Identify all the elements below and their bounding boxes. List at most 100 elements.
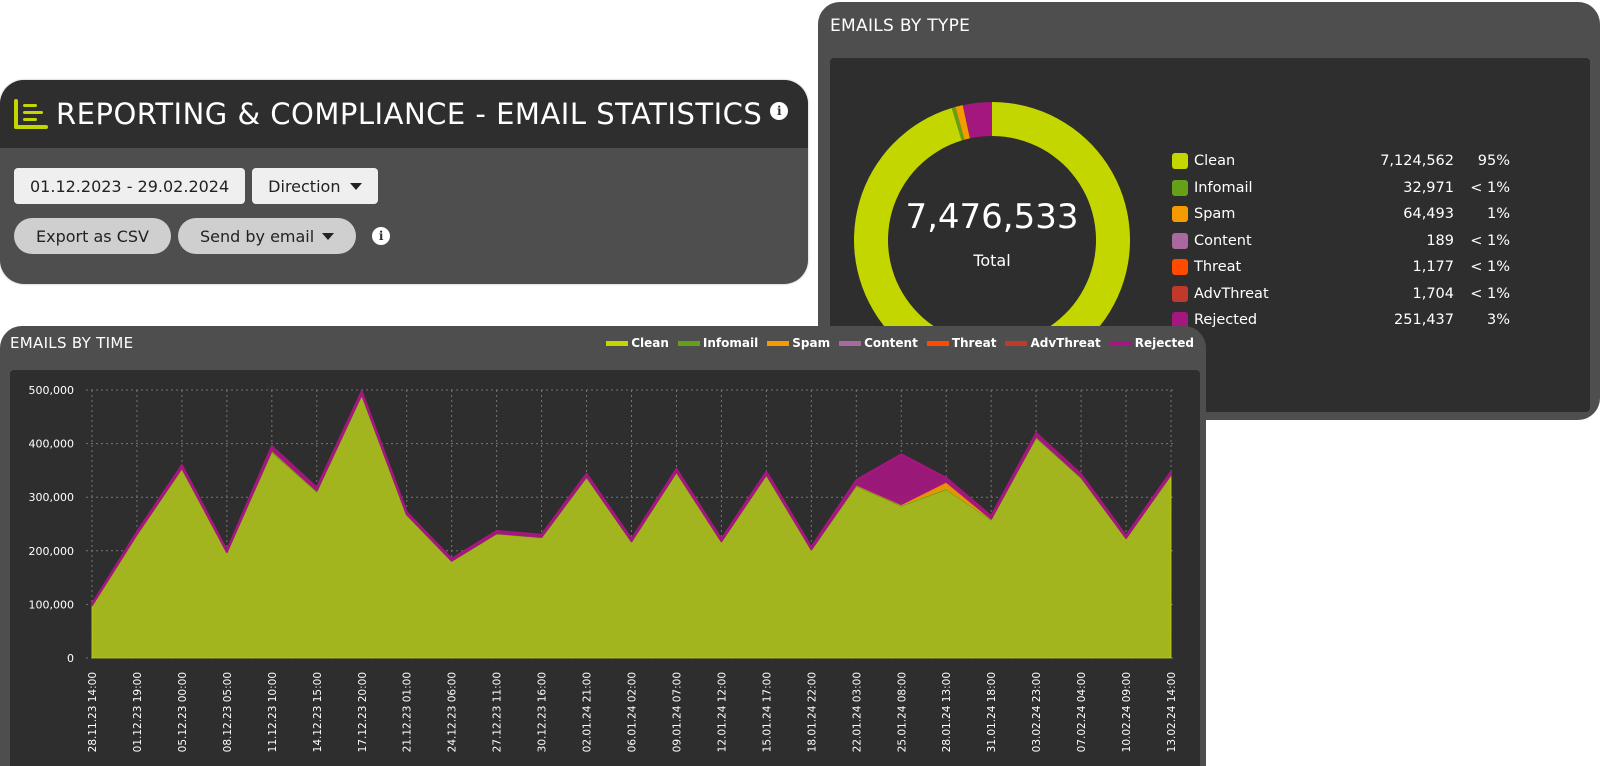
x-tick-label: 12.01.24 12:00: [716, 672, 728, 752]
legend-percent: 1%: [1486, 206, 1510, 223]
legend-count: 7,124,562: [1380, 153, 1454, 170]
send-by-email-button[interactable]: Send by email: [177, 218, 357, 254]
x-tick-label: 27.12.23 11:00: [492, 672, 504, 752]
legend-label: Infomail: [1194, 179, 1253, 196]
legend-percent: 3%: [1486, 312, 1510, 329]
legend-count: 251,437: [1394, 312, 1454, 329]
legend-swatch: [606, 340, 629, 346]
x-tick-label: 07.02.24 04:00: [1076, 672, 1088, 752]
legend-label: AdvThreat: [1194, 285, 1269, 302]
y-tick-label: 100,000: [29, 598, 75, 611]
legend-item-infomail[interactable]: Infomail: [677, 336, 759, 350]
legend-swatch: [1172, 153, 1188, 170]
legend-swatch: [1172, 285, 1188, 302]
x-tick-label: 13.02.24 14:00: [1166, 672, 1178, 752]
x-tick-label: 02.01.24 21:00: [582, 672, 594, 752]
donut-total-label: Total: [973, 250, 1011, 270]
legend-item-threat[interactable]: Threat: [926, 336, 996, 350]
y-tick-label: 0: [67, 652, 74, 665]
x-tick-label: 30.12.23 16:00: [537, 672, 549, 752]
export-csv-button[interactable]: Export as CSV: [14, 218, 171, 254]
x-tick-label: 05.12.23 00:00: [177, 672, 189, 752]
legend-percent: 95%: [1477, 153, 1510, 170]
legend-count: 32,971: [1403, 179, 1454, 196]
reporting-header-panel: REPORTING & COMPLIANCE - EMAIL STATISTIC…: [0, 80, 808, 284]
legend-label: Threat: [1194, 259, 1242, 276]
info-icon[interactable]: i: [372, 227, 391, 245]
x-tick-label: 08.12.23 05:00: [222, 672, 234, 752]
x-tick-label: 09.01.24 07:00: [671, 672, 683, 752]
legend-percent: < 1%: [1470, 285, 1510, 302]
x-tick-label: 06.01.24 02:00: [627, 672, 639, 752]
x-tick-label: 22.01.24 03:00: [851, 672, 863, 752]
legend-swatch: [767, 340, 790, 346]
type-legend: Clean 7,124,562 95% Infomail 32,971 < 1% Spam 6…: [1172, 148, 1512, 334]
legend-item-spam[interactable]: Spam: [767, 336, 830, 350]
x-tick-label: 01.12.23 19:00: [132, 672, 144, 752]
page-title: REPORTING & COMPLIANCE - EMAIL STATISTIC…: [56, 97, 763, 131]
x-tick-label: 21.12.23 01:00: [402, 672, 414, 752]
x-tick-label: 25.01.24 08:00: [896, 672, 908, 752]
y-tick-label: 200,000: [29, 545, 75, 558]
x-tick-label: 11.12.23 10:00: [267, 672, 279, 752]
legend-label: Spam: [1194, 206, 1236, 223]
legend-swatch: [1172, 259, 1188, 276]
x-tick-label: 28.11.23 14:00: [87, 672, 99, 752]
x-tick-label: 17.12.23 20:00: [357, 672, 369, 752]
legend-count: 1,177: [1412, 259, 1454, 276]
date-range-picker[interactable]: 01.12.2023 - 29.02.2024: [14, 168, 246, 204]
y-tick-label: 500,000: [29, 384, 75, 397]
legend-row-advthreat[interactable]: AdvThreat 1,704 < 1%: [1172, 281, 1512, 308]
x-tick-label: 18.01.24 22:00: [806, 672, 818, 752]
legend-row-rejected[interactable]: Rejected 251,437 3%: [1172, 307, 1512, 334]
legend-swatch: [1172, 179, 1188, 196]
legend-swatch: [1172, 232, 1188, 249]
time-legend: Clean Infomail Spam Content Threat AdvThreat R…: [606, 336, 1194, 350]
legend-item-clean[interactable]: Clean: [606, 336, 669, 350]
emails-by-time-body: 0 100,000 200,000 300,000 400,000 500,000 28.1…: [10, 370, 1200, 766]
panel-title: EMAILS BY TIME: [10, 334, 134, 352]
legend-row-content[interactable]: Content 189 < 1%: [1172, 228, 1512, 255]
caret-down-icon: [322, 232, 335, 240]
legend-item-rejected[interactable]: Rejected: [1109, 336, 1194, 350]
legend-swatch: [839, 340, 862, 346]
caret-down-icon: [350, 182, 363, 190]
legend-percent: < 1%: [1470, 232, 1510, 249]
x-tick-label: 03.02.24 23:00: [1031, 672, 1043, 752]
area-chart: 0 100,000 200,000 300,000 400,000 500,000 28.1…: [29, 384, 1179, 752]
legend-label: Content: [1194, 232, 1252, 249]
donut-total-value: 7,476,533: [905, 196, 1079, 237]
legend-swatch: [1109, 340, 1132, 346]
legend-label: Spam: [792, 336, 831, 350]
reporting-logo-icon: [14, 99, 48, 129]
panel-title: EMAILS BY TYPE: [830, 16, 971, 36]
direction-dropdown[interactable]: Direction: [252, 168, 379, 204]
emails-by-time-panel: EMAILS BY TIME Clean Infomail Spam Content T…: [0, 326, 1206, 766]
legend-label: Clean: [631, 336, 669, 350]
legend-swatch: [1172, 206, 1188, 223]
x-tick-label: 10.02.24 09:00: [1121, 672, 1133, 752]
legend-row-clean[interactable]: Clean 7,124,562 95%: [1172, 148, 1512, 175]
info-icon[interactable]: i: [770, 102, 789, 120]
legend-swatch: [926, 340, 949, 346]
legend-label: Content: [864, 336, 918, 350]
legend-label: Infomail: [702, 336, 759, 350]
legend-count: 64,493: [1403, 206, 1454, 223]
legend-percent: < 1%: [1470, 259, 1510, 276]
legend-label: AdvThreat: [1030, 336, 1101, 350]
x-tick-label: 28.01.24 13:00: [941, 672, 953, 752]
x-tick-label: 31.01.24 18:00: [986, 672, 998, 752]
legend-count: 189: [1426, 232, 1454, 249]
legend-item-advthreat[interactable]: AdvThreat: [1005, 336, 1101, 350]
legend-item-content[interactable]: Content: [839, 336, 918, 350]
legend-label: Clean: [1194, 153, 1236, 170]
legend-row-threat[interactable]: Threat 1,177 < 1%: [1172, 254, 1512, 281]
legend-count: 1,704: [1412, 285, 1454, 302]
legend-swatch: [1005, 340, 1028, 346]
export-csv-label: Export as CSV: [36, 226, 149, 246]
legend-row-infomail[interactable]: Infomail 32,971 < 1%: [1172, 175, 1512, 202]
legend-percent: < 1%: [1470, 179, 1510, 196]
legend-label: Rejected: [1194, 312, 1258, 329]
x-tick-label: 14.12.23 15:00: [312, 672, 324, 752]
legend-row-spam[interactable]: Spam 64,493 1%: [1172, 201, 1512, 228]
